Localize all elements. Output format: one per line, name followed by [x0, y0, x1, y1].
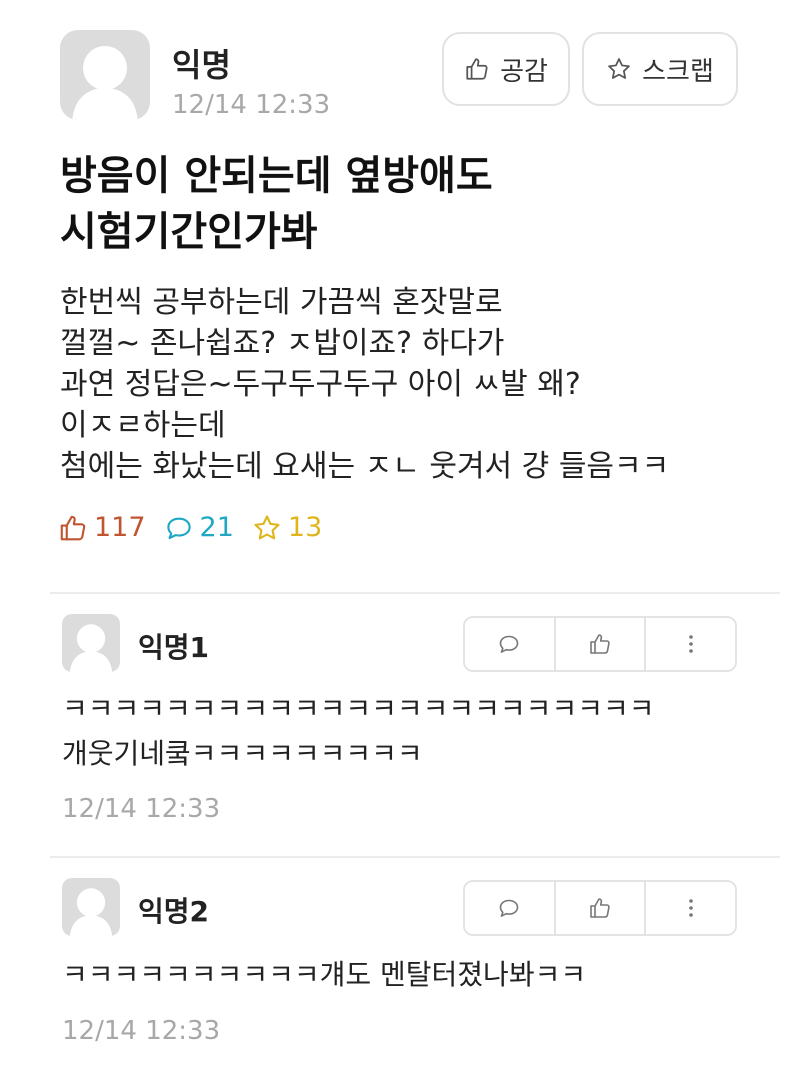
comment-avatar [62, 878, 120, 936]
comment-text: ㅋㅋㅋㅋㅋㅋㅋㅋㅋㅋㅋㅋㅋㅋㅋㅋㅋㅋㅋㅋㅋㅋㅋ 개웃기네쿸ㅋㅋㅋㅋㅋㅋㅋㅋㅋ [62, 686, 654, 776]
scrap-button-label: 스크랩 [642, 56, 714, 87]
thumbs-up-icon [590, 898, 610, 918]
speech-bubble-icon [166, 517, 191, 539]
speech-bubble-icon [500, 635, 519, 653]
more-options-button[interactable] [644, 882, 735, 934]
speech-bubble-icon [500, 899, 519, 917]
post-body-line: 첨에는 화났는데 요새는 ㅈㄴ 웃겨서 걍 들음ㅋㅋ [60, 449, 670, 484]
post-body-line: 이ㅈㄹ하는데 [60, 408, 226, 443]
divider [50, 856, 780, 858]
post-body-line: 껄껄~ 존나쉽죠? ㅈ밥이죠? 하다가 [60, 326, 505, 361]
post-author: 익명 [172, 46, 231, 84]
post-title-line: 방음이 안되는데 옆방애도 [60, 153, 493, 199]
comment-count: 21 [164, 512, 234, 543]
scrap-count-value: 13 [287, 512, 323, 543]
comment-author: 익명2 [138, 895, 210, 928]
comment-text-line: 개웃기네쿸ㅋㅋㅋㅋㅋㅋㅋㅋㅋ [62, 737, 423, 770]
like-count: 117 [58, 512, 146, 543]
comment-timestamp: 12/14 12:33 [62, 794, 221, 824]
like-button[interactable]: 공감 [442, 32, 570, 106]
post-timestamp: 12/14 12:33 [172, 90, 331, 120]
comment-like-button[interactable] [553, 618, 645, 670]
comment-author: 익명1 [138, 631, 210, 664]
thumbs-up-icon [60, 515, 86, 540]
reply-button[interactable] [465, 618, 554, 670]
comment-count-value: 21 [199, 512, 234, 543]
divider [50, 592, 780, 594]
like-count-value: 117 [94, 512, 146, 543]
post-title: 방음이 안되는데 옆방애도 시험기간인가봐 [60, 148, 493, 260]
comment-avatar [62, 614, 120, 672]
post-body-line: 한번씩 공부하는데 가끔씩 혼잣말로 [60, 285, 503, 320]
avatar-placeholder-icon [69, 888, 113, 936]
comment-like-button[interactable] [553, 882, 645, 934]
comment-timestamp: 12/14 12:33 [62, 1016, 221, 1046]
post-title-line: 시험기간인가봐 [60, 209, 318, 255]
post-body-line: 과연 정답은~두구두구두구 아이 ㅆ발 왜? [60, 367, 581, 402]
comment-text: ㅋㅋㅋㅋㅋㅋㅋㅋㅋㅋ걔도 멘탈터졌나봐ㅋㅋ [62, 952, 586, 997]
comment-actions [463, 880, 737, 936]
like-button-label: 공감 [500, 56, 548, 87]
avatar-placeholder-icon [69, 624, 113, 672]
more-vertical-icon [688, 635, 693, 653]
post-avatar [60, 30, 150, 120]
reply-button[interactable] [465, 882, 554, 934]
thumbs-up-icon [590, 634, 610, 654]
post-stats: 117 21 13 [58, 512, 340, 543]
star-icon [608, 58, 630, 79]
star-icon [254, 514, 280, 539]
comment-text-line: ㅋㅋㅋㅋㅋㅋㅋㅋㅋㅋ걔도 멘탈터졌나봐ㅋㅋ [62, 958, 587, 991]
post-body: 한번씩 공부하는데 가끔씩 혼잣말로 껄껄~ 존나쉽죠? ㅈ밥이죠? 하다가 과… [60, 282, 669, 487]
more-options-button[interactable] [644, 618, 735, 670]
scrap-button[interactable]: 스크랩 [582, 32, 738, 106]
comment-actions [463, 616, 737, 672]
thumbs-up-icon [466, 58, 488, 80]
avatar-placeholder-icon [72, 46, 138, 120]
more-vertical-icon [688, 899, 693, 917]
scrap-count: 13 [252, 512, 322, 543]
comment-text-line: ㅋㅋㅋㅋㅋㅋㅋㅋㅋㅋㅋㅋㅋㅋㅋㅋㅋㅋㅋㅋㅋㅋㅋ [62, 692, 655, 725]
